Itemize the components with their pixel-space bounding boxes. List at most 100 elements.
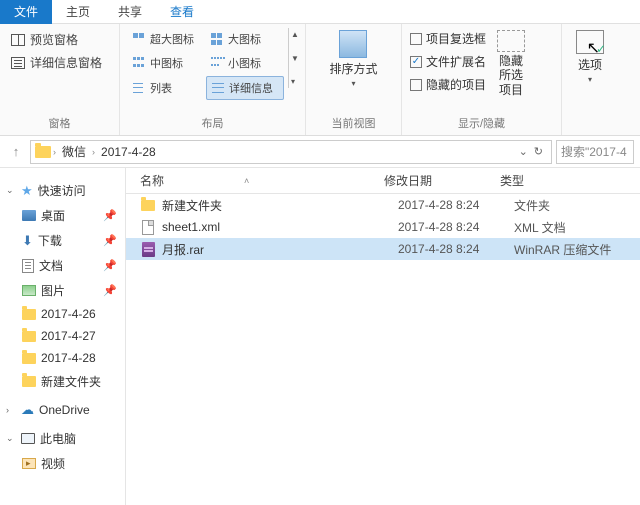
pictures-icon bbox=[22, 285, 36, 296]
sidebar-pictures-label: 图片 bbox=[41, 282, 65, 299]
list-icon bbox=[133, 82, 147, 94]
sidebar-onedrive-label: OneDrive bbox=[39, 403, 90, 417]
layout-extra-large[interactable]: 超大图标 bbox=[128, 28, 206, 50]
file-name: 新建文件夹 bbox=[162, 197, 398, 214]
checkbox-icon bbox=[410, 33, 422, 45]
file-date: 2017-4-28 8:24 bbox=[398, 198, 514, 212]
folder-icon bbox=[35, 146, 51, 158]
sidebar-quick-access[interactable]: ⌄ ★ 快速访问 bbox=[0, 178, 125, 203]
breadcrumb-seg-1[interactable]: 微信 bbox=[58, 143, 90, 160]
document-icon bbox=[22, 259, 34, 273]
layout-scroll-up[interactable]: ▲ bbox=[291, 30, 299, 39]
sidebar-onedrive[interactable]: › ☁ OneDrive bbox=[0, 398, 125, 422]
options-button[interactable]: 选项 ▾ bbox=[570, 28, 610, 86]
sidebar-quick-label: 快速访问 bbox=[38, 182, 86, 199]
file-row[interactable]: 新建文件夹2017-4-28 8:24文件夹 bbox=[126, 194, 640, 216]
sidebar-item-folder-1[interactable]: 2017-4-26 bbox=[0, 303, 125, 325]
folder-icon bbox=[22, 331, 36, 342]
folder-icon bbox=[22, 309, 36, 320]
file-name: 月报.rar bbox=[162, 241, 398, 258]
column-header-date[interactable]: 修改日期 bbox=[384, 172, 500, 189]
search-input[interactable]: 搜索"2017-4 bbox=[556, 140, 634, 164]
extra-large-icon bbox=[133, 33, 147, 45]
pin-icon: 📌 bbox=[103, 259, 117, 272]
hide-selected-label: 隐藏 所选项目 bbox=[494, 54, 528, 97]
checkbox-label-extensions: 文件扩展名 bbox=[426, 53, 486, 70]
breadcrumb[interactable]: › 微信 › 2017-4-28 ⌄ ↻ bbox=[30, 140, 552, 164]
expand-icon: › bbox=[6, 405, 16, 415]
layout-large[interactable]: 大图标 bbox=[206, 28, 284, 50]
video-icon bbox=[22, 458, 36, 469]
layout-medium[interactable]: 中图标 bbox=[128, 52, 206, 74]
sidebar-this-pc[interactable]: ⌄ 此电脑 bbox=[0, 426, 125, 451]
file-row[interactable]: sheet1.xml2017-4-28 8:24XML 文档 bbox=[126, 216, 640, 238]
sidebar-downloads-label: 下载 bbox=[38, 232, 62, 249]
layout-small[interactable]: 小图标 bbox=[206, 52, 284, 74]
show-hide-group-label: 显示/隐藏 bbox=[410, 113, 553, 133]
layout-scroll-down[interactable]: ▼ bbox=[291, 54, 299, 63]
pc-icon bbox=[21, 433, 35, 444]
options-icon bbox=[576, 30, 604, 54]
sidebar-documents-label: 文档 bbox=[39, 257, 63, 274]
column-header-name[interactable]: 名称 ˄ bbox=[126, 172, 384, 189]
sidebar-item-folder-2[interactable]: 2017-4-27 bbox=[0, 325, 125, 347]
sidebar-item-folder-3[interactable]: 2017-4-28 bbox=[0, 347, 125, 369]
file-list-header: 名称 ˄ 修改日期 类型 bbox=[126, 168, 640, 194]
refresh-button[interactable]: ↻ bbox=[534, 145, 543, 158]
layout-list[interactable]: 列表 bbox=[128, 76, 206, 100]
tab-share[interactable]: 共享 bbox=[104, 0, 156, 24]
sidebar-folder1-label: 2017-4-26 bbox=[41, 307, 96, 321]
panes-group-label: 窗格 bbox=[8, 113, 111, 133]
layout-details[interactable]: 详细信息 bbox=[206, 76, 284, 100]
sidebar-folder3-label: 2017-4-28 bbox=[41, 351, 96, 365]
sidebar-item-desktop[interactable]: 桌面 📌 bbox=[0, 203, 125, 228]
checkbox-icon: ✓ bbox=[410, 56, 422, 68]
file-row[interactable]: 月报.rar2017-4-28 8:24WinRAR 压缩文件 bbox=[126, 238, 640, 260]
medium-icon bbox=[133, 57, 147, 69]
breadcrumb-seg-2[interactable]: 2017-4-28 bbox=[97, 145, 160, 159]
layout-list-label: 列表 bbox=[150, 80, 172, 96]
sidebar-item-folder-4[interactable]: 新建文件夹 bbox=[0, 369, 125, 394]
layout-xl-label: 超大图标 bbox=[150, 31, 194, 47]
details-pane-label: 详细信息窗格 bbox=[30, 54, 102, 71]
breadcrumb-dropdown[interactable]: ⌄ bbox=[519, 145, 528, 158]
checkbox-item-checkboxes[interactable]: 项目复选框 bbox=[410, 28, 486, 49]
file-type: XML 文档 bbox=[514, 219, 566, 236]
sort-button[interactable]: 排序方式 ▾ bbox=[325, 28, 381, 90]
sidebar-item-downloads[interactable]: ⬇ 下载 📌 bbox=[0, 228, 125, 253]
sidebar-item-documents[interactable]: 文档 📌 bbox=[0, 253, 125, 278]
folder-icon bbox=[22, 353, 36, 364]
sort-label: 排序方式 bbox=[329, 60, 377, 77]
folder-icon bbox=[22, 376, 36, 387]
ribbon-tabs: 文件 主页 共享 查看 bbox=[0, 0, 640, 24]
star-icon: ★ bbox=[21, 183, 33, 199]
nav-up-button[interactable]: ↑ bbox=[6, 142, 26, 162]
tab-home[interactable]: 主页 bbox=[52, 0, 104, 24]
preview-pane-button[interactable]: 预览窗格 bbox=[8, 28, 80, 51]
large-icon bbox=[211, 33, 225, 45]
sidebar-item-pictures[interactable]: 图片 📌 bbox=[0, 278, 125, 303]
layout-large-label: 大图标 bbox=[228, 31, 261, 47]
collapse-icon: ⌄ bbox=[6, 433, 16, 444]
file-type: WinRAR 压缩文件 bbox=[514, 241, 611, 258]
checkbox-item-extensions[interactable]: ✓ 文件扩展名 bbox=[410, 51, 486, 72]
hide-selected-button[interactable]: 隐藏 所选项目 bbox=[490, 28, 532, 99]
folder-icon bbox=[141, 200, 155, 211]
details-pane-button[interactable]: 详细信息窗格 bbox=[8, 51, 104, 74]
tab-file[interactable]: 文件 bbox=[0, 0, 52, 24]
chevron-down-icon: ▾ bbox=[588, 75, 592, 84]
layout-small-label: 小图标 bbox=[228, 55, 261, 71]
chevron-down-icon: ▾ bbox=[351, 79, 355, 88]
layout-details-label: 详细信息 bbox=[229, 80, 273, 96]
column-header-type[interactable]: 类型 bbox=[500, 172, 640, 189]
tab-view[interactable]: 查看 bbox=[156, 0, 208, 24]
layout-scroll-more[interactable]: ▾ bbox=[291, 77, 299, 86]
sidebar-item-video[interactable]: 视频 bbox=[0, 451, 125, 476]
preview-pane-label: 预览窗格 bbox=[30, 31, 78, 48]
chevron-right-icon: › bbox=[53, 147, 56, 157]
layout-scroll: ▲ ▼ ▾ bbox=[288, 28, 301, 88]
file-list: 名称 ˄ 修改日期 类型 新建文件夹2017-4-28 8:24文件夹sheet… bbox=[126, 168, 640, 505]
checkbox-item-hidden[interactable]: 隐藏的项目 bbox=[410, 74, 486, 95]
file-date: 2017-4-28 8:24 bbox=[398, 220, 514, 234]
checkbox-label-hidden: 隐藏的项目 bbox=[426, 76, 486, 93]
